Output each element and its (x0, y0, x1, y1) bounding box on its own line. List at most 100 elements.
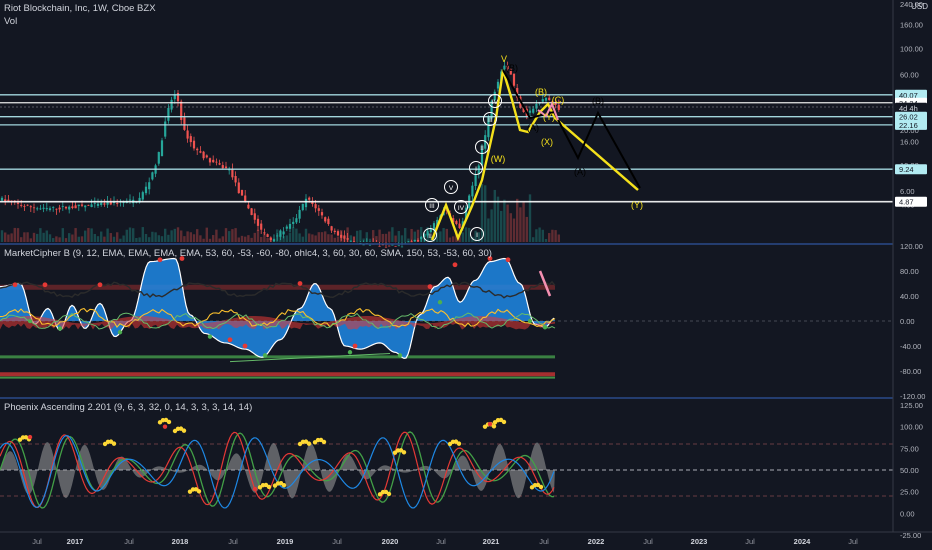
volume-bar (109, 233, 112, 242)
candle-body (276, 235, 279, 237)
marketcipher-label[interactable]: MarketCipher B (9, 12, EMA, EMA, EMA, EM… (4, 248, 492, 259)
volume-bar (330, 234, 333, 242)
candle-body (224, 166, 228, 168)
candle-body (327, 218, 330, 225)
volume-bar (144, 234, 148, 242)
time-tick-label: Jul (228, 537, 238, 546)
volume-bar (490, 209, 493, 242)
volume-bar (500, 210, 503, 242)
mc-buy-dot (27, 318, 33, 324)
wave-label: III (429, 203, 435, 210)
ph-tick-label: 0.00 (900, 509, 915, 518)
volume-bar (151, 231, 154, 242)
ph-yellow-dot (166, 419, 172, 425)
mc-buy-dot (527, 318, 533, 324)
phoenix-label[interactable]: Phoenix Ascending 2.201 (9, 6, 3, 32, 0,… (4, 402, 252, 413)
volume-bar (71, 234, 74, 242)
volume-bar (448, 237, 452, 242)
mc-sell-dot (42, 282, 48, 288)
volume-bar (138, 237, 141, 242)
candle-body (269, 237, 272, 241)
volume-bar (52, 238, 55, 242)
candle-body (218, 163, 221, 165)
volume-bar (557, 234, 560, 242)
price-level-tag-label: 4.87 (899, 198, 914, 207)
volume-bar (135, 237, 138, 242)
time-tick-label: 2024 (794, 537, 812, 546)
volume-bar (173, 228, 176, 242)
volume-bar (404, 228, 407, 242)
volume-bar (119, 238, 122, 242)
mc-sell-dot (12, 282, 18, 288)
candle-body (71, 206, 74, 208)
volume-bar (333, 237, 336, 242)
candle-body (39, 208, 42, 210)
volume-bar (359, 230, 362, 242)
price-tick-label: 60.00 (900, 70, 919, 79)
volume-bar (250, 237, 253, 242)
candle-body (164, 121, 167, 137)
candle-body (548, 97, 551, 101)
volume-bar (317, 232, 320, 242)
time-tick-label: Jul (32, 537, 42, 546)
candle-body (244, 195, 247, 202)
candle-body (36, 208, 39, 210)
volume-bar (68, 233, 71, 242)
candle-body (20, 204, 23, 206)
chart-canvas[interactable]: (B)(A)(C) (B)(Y)(X)(W)(A)(B)(Y)VIVIIIIIIV… (0, 0, 932, 550)
price-tick-label: 6.00 (900, 187, 915, 196)
ph-yellow-dot (196, 489, 202, 494)
volume-bar (384, 233, 388, 242)
ph-yellow-dot (501, 419, 507, 425)
volume-bar (13, 227, 16, 242)
mc-buy-dot (542, 325, 548, 330)
volume-bar (324, 231, 327, 242)
volume-bar (388, 231, 391, 242)
time-tick-label: Jul (643, 537, 653, 546)
symbol-title[interactable]: Riot Blockchain, Inc, 1W, Cboe BZX (4, 3, 156, 14)
candle-body (340, 234, 343, 238)
time-tick-label: 2018 (172, 537, 189, 546)
volume-bar (480, 183, 484, 242)
candle-body (298, 209, 301, 219)
volume-bar (170, 230, 173, 242)
candle-body (221, 165, 224, 169)
volume-bar (509, 213, 512, 242)
candle-body (292, 221, 295, 225)
volume-label[interactable]: Vol (4, 16, 17, 27)
volume-bar (103, 236, 106, 242)
volume-bar (16, 228, 20, 242)
wave-label: (B) (592, 96, 604, 106)
ph-yellow-dot (181, 428, 187, 433)
volume-bar (512, 218, 516, 242)
volume-bar (487, 218, 490, 242)
wave-label: (A) (527, 123, 539, 133)
ph-tick-label: 25.00 (900, 488, 919, 497)
candle-body (368, 244, 372, 246)
volume-bar (397, 231, 400, 242)
candle-body (29, 206, 32, 208)
candle-body (199, 151, 202, 153)
ph-yellow-dot (386, 491, 392, 497)
volume-bar (160, 236, 164, 242)
ph-yellow-dot (306, 441, 312, 446)
candle-body (215, 161, 218, 163)
candle-body (23, 205, 26, 207)
volume-bar (544, 238, 548, 242)
candle-body (45, 208, 48, 210)
ph-tick-label: -25.00 (900, 531, 921, 540)
candle-body (183, 117, 186, 130)
volume-bar (468, 227, 471, 242)
volume-bar (240, 235, 244, 242)
volume-bar (301, 236, 304, 242)
volume-bar (84, 230, 87, 242)
ph-tick-label: 125.00 (900, 401, 923, 410)
volume-bar (39, 228, 42, 242)
volume-bar (93, 233, 96, 242)
ph-red-dot (487, 421, 493, 427)
candle-body (471, 185, 474, 197)
time-tick-label: Jul (539, 537, 549, 546)
ph-tick-label: 100.00 (900, 423, 923, 432)
time-tick-label: Jul (332, 537, 342, 546)
volume-bar (23, 232, 26, 242)
